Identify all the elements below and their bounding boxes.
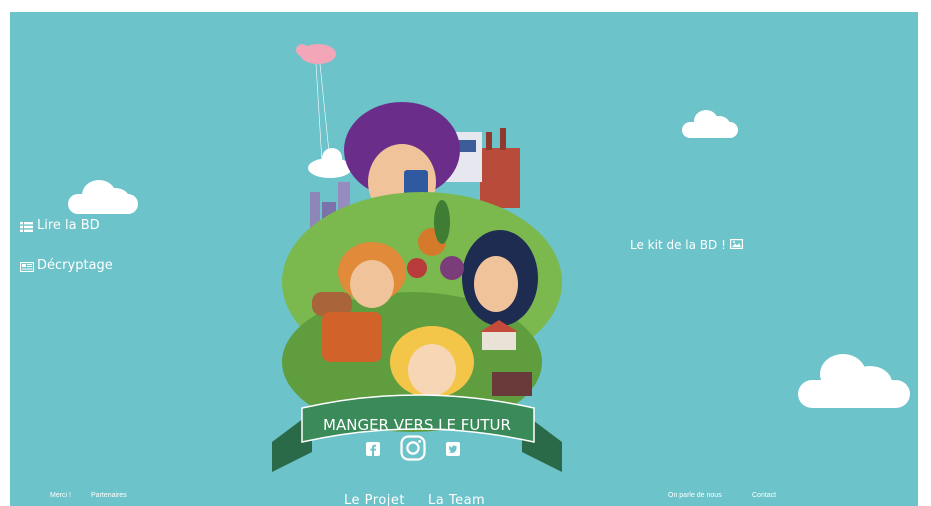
read-comic-link[interactable]: Lire la BD bbox=[20, 218, 100, 233]
comic-poster: MANGER VERS LE FUTUR bbox=[272, 32, 562, 472]
social-links bbox=[366, 435, 460, 461]
poster-illustration: MANGER VERS LE FUTUR bbox=[272, 44, 562, 472]
poster-banner-text: MANGER VERS LE FUTUR bbox=[323, 416, 511, 434]
cloud-left bbox=[62, 172, 142, 222]
comic-kit-label: Le kit de la BD ! bbox=[630, 238, 726, 252]
twitter-icon[interactable] bbox=[446, 441, 460, 456]
comic-kit-link[interactable]: Le kit de la BD ! bbox=[630, 238, 743, 252]
cloud-right-bottom bbox=[794, 348, 914, 418]
instagram-icon[interactable] bbox=[400, 435, 426, 461]
cloud-right-top bbox=[678, 108, 742, 142]
footer-project-link[interactable]: Le Projet bbox=[344, 493, 405, 506]
footer-contact-link[interactable]: Contact bbox=[752, 492, 776, 499]
pig-balloon-icon bbox=[296, 44, 336, 163]
list-icon bbox=[20, 221, 33, 232]
newspaper-icon bbox=[19, 261, 35, 272]
footer-team-link[interactable]: La Team bbox=[428, 493, 485, 506]
footer-partners-link[interactable]: Partenaires bbox=[91, 492, 127, 499]
read-comic-label: Lire la BD bbox=[37, 218, 100, 233]
facebook-icon[interactable] bbox=[366, 441, 380, 456]
footer-thanks-link[interactable]: Merci ! bbox=[50, 492, 71, 499]
decryptage-link[interactable]: Décryptage bbox=[19, 258, 113, 273]
page-background: Lire la BD Décryptage Le kit de la BD ! bbox=[10, 12, 918, 506]
footer-press-link[interactable]: On parle de nous bbox=[668, 492, 722, 499]
image-icon bbox=[729, 238, 743, 252]
decryptage-label: Décryptage bbox=[37, 258, 113, 273]
